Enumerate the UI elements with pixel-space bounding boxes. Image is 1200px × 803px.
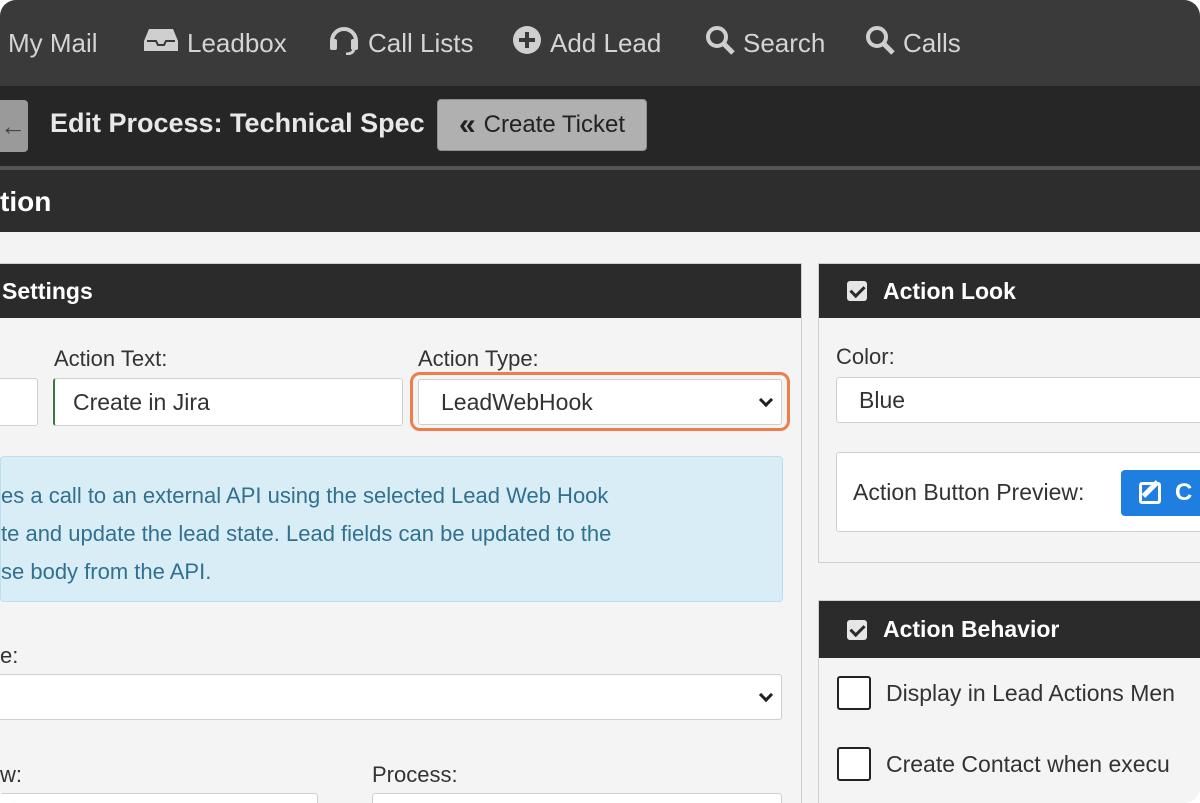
headset-icon xyxy=(328,25,360,62)
app-frame: My Mail Leadbox Call Lists Add Lead Sear… xyxy=(0,0,1200,803)
process-label: Process: xyxy=(372,762,458,787)
arrow-left-icon: ← xyxy=(0,111,26,141)
create-ticket-label: Create Ticket xyxy=(483,111,626,138)
checkbox-square-icon xyxy=(847,281,867,301)
color-select[interactable]: Blue xyxy=(836,377,1200,423)
workflow-select[interactable] xyxy=(0,793,318,803)
display-in-lead-actions-checkbox[interactable] xyxy=(837,676,871,710)
create-contact-label: Create Contact when execu xyxy=(886,751,1170,777)
preview-button-label: C xyxy=(1175,479,1193,506)
page-title: Edit Process: Technical Spec xyxy=(50,108,425,138)
color-value: Blue xyxy=(859,386,906,413)
nav-leadbox-label: Leadbox xyxy=(187,27,287,58)
preview-label: Action Button Preview: xyxy=(853,478,1085,505)
double-chevron-left-icon: « xyxy=(458,108,476,141)
action-look-header: Action Look xyxy=(819,264,1200,318)
field-label-w: w: xyxy=(0,762,22,787)
action-preview-button[interactable]: C xyxy=(1121,470,1200,516)
section-title: tion xyxy=(0,186,52,217)
highlight-annotation xyxy=(410,372,790,431)
nav-call-lists[interactable]: Call Lists xyxy=(328,24,473,62)
edit-icon xyxy=(1139,482,1161,504)
nav-my-mail-label: My Mail xyxy=(8,27,98,58)
color-label: Color: xyxy=(836,344,895,369)
chevron-down-icon xyxy=(758,687,774,703)
field-label-e: e: xyxy=(0,643,19,668)
info-line-3: se body from the API. xyxy=(1,559,212,584)
nav-add-lead-label: Add Lead xyxy=(550,27,662,58)
nav-leadbox[interactable]: Leadbox xyxy=(143,24,287,62)
settings-panel-header: Settings xyxy=(0,264,801,318)
nav-call-lists-label: Call Lists xyxy=(368,27,474,58)
action-behavior-title: Action Behavior xyxy=(883,616,1060,642)
settings-panel-title: Settings xyxy=(2,277,93,304)
nav-my-mail[interactable]: My Mail xyxy=(8,24,98,62)
search-icon xyxy=(865,25,895,62)
section-header xyxy=(0,170,1200,232)
search-icon xyxy=(705,25,735,62)
create-contact-checkbox[interactable] xyxy=(837,747,871,781)
inbox-icon xyxy=(143,27,179,60)
action-text-input[interactable]: Create in Jira xyxy=(53,378,403,426)
action-text-label: Action Text: xyxy=(54,346,168,371)
process-select[interactable] xyxy=(372,793,782,803)
create-ticket-button[interactable]: « Create Ticket xyxy=(437,99,647,151)
action-type-label: Action Type: xyxy=(418,346,539,371)
checkbox-square-icon xyxy=(847,619,867,640)
action-look-title: Action Look xyxy=(883,277,1016,304)
action-text-value: Create in Jira xyxy=(73,388,210,415)
nav-search-label: Search xyxy=(743,27,826,58)
nav-calls[interactable]: Calls xyxy=(865,24,961,62)
plus-circle-icon xyxy=(512,25,542,62)
web-hook-select[interactable] xyxy=(0,674,782,720)
nav-add-lead[interactable]: Add Lead xyxy=(512,24,661,62)
info-line-2: te and update the lead state. Lead field… xyxy=(1,521,612,546)
display-in-lead-actions-label: Display in Lead Actions Men xyxy=(886,680,1175,706)
nav-calls-label: Calls xyxy=(903,27,961,58)
info-alert: es a call to an external API using the s… xyxy=(0,456,783,602)
top-nav: My Mail Leadbox Call Lists Add Lead Sear… xyxy=(0,0,1200,86)
back-button[interactable]: ← xyxy=(0,100,28,152)
nav-search[interactable]: Search xyxy=(705,24,825,62)
action-behavior-header: Action Behavior xyxy=(819,601,1200,658)
action-name-input[interactable] xyxy=(0,378,38,426)
info-line-1: es a call to an external API using the s… xyxy=(1,483,609,508)
